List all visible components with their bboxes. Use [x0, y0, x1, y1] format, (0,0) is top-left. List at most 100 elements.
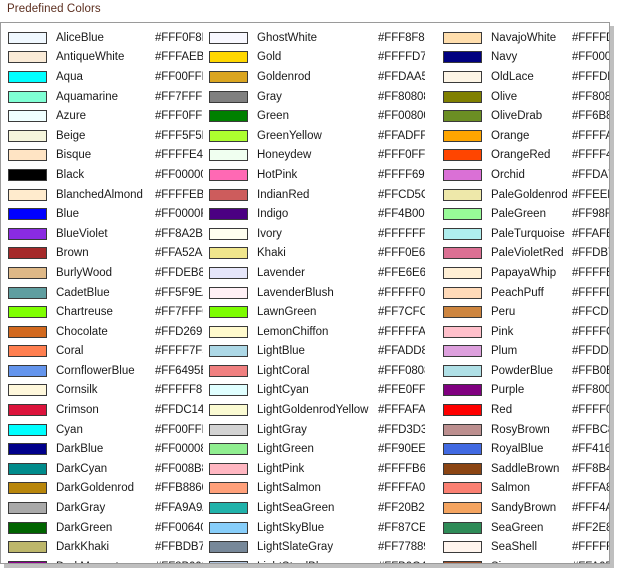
color-swatch[interactable] [209, 462, 248, 475]
color-swatch[interactable] [8, 364, 47, 377]
color-row[interactable]: Coral #FFFF7F50 [8, 342, 203, 362]
color-row[interactable]: LightPink #FFFFB6C1 [209, 459, 425, 479]
color-swatch[interactable] [443, 502, 482, 515]
color-swatch[interactable] [209, 168, 248, 181]
color-swatch[interactable] [443, 31, 482, 44]
color-row[interactable]: DarkCyan #FF008B8B [8, 459, 203, 479]
color-swatch[interactable] [8, 482, 47, 495]
color-swatch[interactable] [443, 462, 482, 475]
color-swatch[interactable] [8, 129, 47, 142]
color-row[interactable]: Beige #FFF5F5DC [8, 126, 203, 146]
color-swatch[interactable] [443, 286, 482, 299]
color-row[interactable]: SaddleBrown #FF8B4513 [443, 459, 609, 479]
color-swatch[interactable] [8, 51, 47, 64]
color-swatch[interactable] [209, 541, 248, 554]
color-row[interactable]: LightSteelBlue#FFB0C4DE [209, 557, 425, 563]
color-row[interactable]: DarkGreen #FF006400 [8, 518, 203, 538]
color-row[interactable]: Goldenrod #FFDAA520 [209, 67, 425, 87]
color-swatch[interactable] [209, 227, 248, 240]
color-row[interactable]: Pink #FFFFC0CB [443, 322, 609, 342]
color-swatch[interactable] [443, 129, 482, 142]
color-swatch[interactable] [8, 70, 47, 83]
color-row[interactable]: OldLace #FFFDF5E6 [443, 67, 609, 87]
color-row[interactable]: HotPink #FFFF69B4 [209, 165, 425, 185]
color-row[interactable]: Brown #FFA52A2A [8, 244, 203, 264]
color-swatch[interactable] [8, 521, 47, 534]
color-row[interactable]: Indigo #FF4B0082 [209, 204, 425, 224]
color-row[interactable]: Gray #FF808080 [209, 87, 425, 107]
color-row[interactable]: Peru #FFCD853F [443, 302, 609, 322]
color-row[interactable]: Lavender #FFE6E6FA [209, 263, 425, 283]
color-swatch[interactable] [209, 70, 248, 83]
color-row[interactable]: Aquamarine #FF7FFFD4 [8, 87, 203, 107]
color-swatch[interactable] [8, 345, 47, 358]
color-swatch[interactable] [209, 51, 248, 64]
color-swatch[interactable] [8, 560, 47, 563]
color-swatch[interactable] [443, 541, 482, 554]
color-swatch[interactable] [8, 110, 47, 123]
color-row[interactable]: Plum #FFDDA0DD [443, 342, 609, 362]
color-row[interactable]: Cyan #FF00FFFF [8, 420, 203, 440]
color-row[interactable]: LightSkyBlue #FF87CEFA [209, 518, 425, 538]
color-row[interactable]: DarkKhaki #FFBDB76B [8, 537, 203, 557]
color-swatch[interactable] [8, 266, 47, 279]
color-swatch[interactable] [8, 247, 47, 260]
color-row[interactable]: NavajoWhite #FFFFDEAD [443, 28, 609, 48]
color-row[interactable]: Honeydew #FFF0FFF0 [209, 146, 425, 166]
color-swatch[interactable] [209, 384, 248, 397]
color-row[interactable]: AntiqueWhite #FFFAEBD7 [8, 48, 203, 68]
color-row[interactable]: SeaShell #FFFFF5EE [443, 537, 609, 557]
color-row[interactable]: DarkMagenta#FF8B008B [8, 557, 203, 563]
color-row[interactable]: CornflowerBlue #FF6495ED [8, 361, 203, 381]
color-swatch[interactable] [209, 560, 248, 563]
color-swatch[interactable] [209, 286, 248, 299]
color-row[interactable]: LightSalmon #FFFFA07A [209, 479, 425, 499]
color-swatch[interactable] [8, 384, 47, 397]
color-swatch[interactable] [209, 325, 248, 338]
color-swatch[interactable] [8, 325, 47, 338]
color-row[interactable]: Cornsilk #FFFFF8DC [8, 381, 203, 401]
color-swatch[interactable] [443, 345, 482, 358]
color-swatch[interactable] [443, 325, 482, 338]
color-swatch[interactable] [8, 90, 47, 103]
color-row[interactable]: GreenYellow #FFADFF2F [209, 126, 425, 146]
color-row[interactable]: Gold #FFFFD700 [209, 48, 425, 68]
color-swatch[interactable] [443, 384, 482, 397]
color-row[interactable]: Khaki #FFF0E68C [209, 244, 425, 264]
color-row[interactable]: LightCoral #FFF08080 [209, 361, 425, 381]
color-swatch[interactable] [443, 168, 482, 181]
color-row[interactable]: OrangeRed #FFFF4500 [443, 146, 609, 166]
color-row[interactable]: Ivory #FFFFFFF0 [209, 224, 425, 244]
color-swatch[interactable] [8, 541, 47, 554]
color-row[interactable]: LightSeaGreen #FF20B2AA [209, 498, 425, 518]
color-row[interactable]: Black #FF000000 [8, 165, 203, 185]
color-row[interactable]: BlueViolet #FF8A2BE2 [8, 224, 203, 244]
color-row[interactable]: PaleGoldenrod #FFEEE8AA [443, 185, 609, 205]
color-swatch[interactable] [8, 227, 47, 240]
color-row[interactable]: Navy #FF000080 [443, 48, 609, 68]
color-swatch[interactable] [209, 149, 248, 162]
color-swatch[interactable] [443, 423, 482, 436]
color-swatch[interactable] [209, 306, 248, 319]
color-row[interactable]: Blue #FF0000FF [8, 204, 203, 224]
color-row[interactable]: OliveDrab #FF6B8E23 [443, 106, 609, 126]
color-row[interactable]: PaleTurquoise #FFAFEEEE [443, 224, 609, 244]
color-row[interactable]: DarkBlue #FF00008B [8, 439, 203, 459]
color-row[interactable]: RosyBrown #FFBC8F8F [443, 420, 609, 440]
color-row[interactable]: Purple #FF800080 [443, 381, 609, 401]
color-row[interactable]: BurlyWood #FFDEB887 [8, 263, 203, 283]
color-swatch[interactable] [209, 266, 248, 279]
color-row[interactable]: Chartreuse #FF7FFF00 [8, 302, 203, 322]
color-swatch[interactable] [443, 266, 482, 279]
color-swatch[interactable] [8, 188, 47, 201]
color-swatch[interactable] [8, 306, 47, 319]
color-swatch[interactable] [443, 404, 482, 417]
color-swatch[interactable] [8, 462, 47, 475]
color-swatch[interactable] [209, 31, 248, 44]
color-swatch[interactable] [8, 31, 47, 44]
color-row[interactable]: SandyBrown #FFF4A460 [443, 498, 609, 518]
color-swatch[interactable] [443, 51, 482, 64]
color-row[interactable]: Chocolate #FFD2691E [8, 322, 203, 342]
color-row[interactable]: GhostWhite #FFF8F8FF [209, 28, 425, 48]
color-swatch[interactable] [443, 364, 482, 377]
